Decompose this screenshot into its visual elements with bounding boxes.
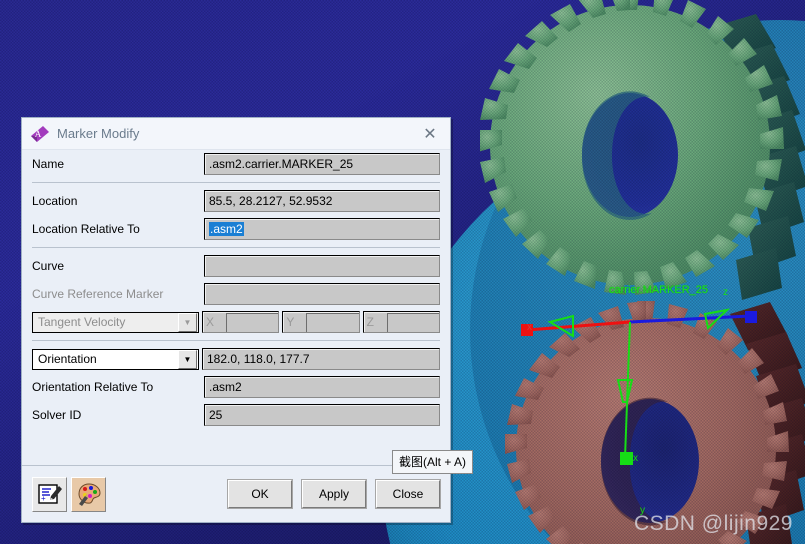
velocity-mode-value: Tangent Velocity [38, 315, 126, 329]
solver-id-label: Solver ID [32, 408, 82, 422]
upper-gear [480, 0, 805, 300]
divider-1 [32, 182, 440, 183]
velocity-x-group[interactable]: X [202, 311, 280, 333]
name-input[interactable]: .asm2.carrier.MARKER_25 [204, 153, 440, 175]
edit-notes-button[interactable]: + [32, 476, 67, 512]
axis-x-label: x [527, 322, 532, 333]
close-icon[interactable]: ✕ [412, 119, 448, 148]
chevron-down-icon: ▼ [178, 312, 197, 332]
velocity-row: Tangent Velocity ▼ X Y Z [22, 308, 450, 336]
location-label: Location [32, 194, 78, 208]
edit-notes-icon: + [37, 484, 62, 504]
velocity-z-input[interactable] [386, 312, 439, 332]
field-row-name: Name .asm2.carrier.MARKER_25 [22, 150, 450, 178]
velocity-y-label: Y [286, 315, 295, 329]
marker-modify-dialog[interactable]: A Marker Modify ✕ Name .asm2.carrier.MAR… [21, 117, 451, 523]
divider-2 [32, 247, 440, 248]
marker-name-label: carrier.MARKER_25 [609, 284, 709, 296]
velocity-x-label: X [206, 315, 215, 329]
dialog-footer: + OK Apply Close [22, 465, 450, 522]
curve-label: Curve [32, 259, 65, 273]
curve-reference-marker-input[interactable] [204, 283, 440, 305]
chevron-down-icon: ▼ [178, 349, 197, 369]
orientation-relative-to-label: Orientation Relative To [32, 380, 154, 394]
ok-button[interactable]: OK [228, 480, 292, 508]
svg-text:+: + [41, 494, 46, 503]
orientation-row: Orientation ▼ 182.0, 118.0, 177.7 [22, 345, 450, 373]
field-row-curve-reference-marker: Curve Reference Marker [22, 280, 450, 308]
velocity-x-input[interactable] [226, 312, 279, 332]
location-relative-to-input[interactable]: .asm2 [204, 218, 440, 240]
velocity-y-group[interactable]: Y [282, 311, 360, 333]
solver-id-input[interactable]: 25 [204, 404, 440, 426]
orientation-input[interactable]: 182.0, 118.0, 177.7 [202, 348, 440, 370]
dialog-titlebar[interactable]: A Marker Modify ✕ [22, 118, 450, 150]
field-row-solver-id: Solver ID 25 [22, 401, 450, 429]
orientation-relative-to-input[interactable]: .asm2 [204, 376, 440, 398]
field-row-orientation-relative-to: Orientation Relative To .asm2 [22, 373, 450, 401]
curve-reference-marker-label: Curve Reference Marker [32, 287, 164, 301]
orientation-mode-dropdown[interactable]: Orientation ▼ [32, 348, 199, 370]
orientation-mode-value: Orientation [38, 352, 97, 366]
appearance-button[interactable] [71, 476, 106, 512]
svg-text:A: A [35, 129, 42, 139]
location-input[interactable]: 85.5, 28.2127, 52.9532 [204, 190, 440, 212]
field-row-location: Location 85.5, 28.2127, 52.9532 [22, 187, 450, 215]
velocity-z-group[interactable]: Z [362, 311, 440, 333]
apply-button[interactable]: Apply [302, 480, 366, 508]
screenshot-tooltip: 截图(Alt + A) [392, 450, 474, 474]
marker-triad [521, 308, 757, 465]
adams-marker-icon: A [31, 125, 49, 142]
screen: carrier.MARKER_25 x z x y CSDN @lijin929… [0, 0, 805, 544]
close-button[interactable]: Close [376, 480, 440, 508]
appearance-palette-icon [77, 483, 101, 506]
velocity-mode-dropdown[interactable]: Tangent Velocity ▼ [32, 311, 199, 333]
axis-y-mid-label: x [633, 453, 638, 464]
location-relative-to-value: .asm2 [209, 222, 244, 236]
divider-3 [32, 340, 440, 341]
velocity-y-input[interactable] [306, 312, 359, 332]
curve-input[interactable] [204, 255, 440, 277]
field-row-location-relative-to: Location Relative To .asm2 [22, 215, 450, 243]
field-row-curve: Curve [22, 252, 450, 280]
watermark: CSDN @lijin929 [633, 512, 793, 535]
dialog-title: Marker Modify [57, 126, 140, 141]
dialog-form: Name .asm2.carrier.MARKER_25 Location 85… [22, 150, 450, 465]
location-relative-to-label: Location Relative To [32, 222, 140, 236]
name-label: Name [32, 157, 65, 171]
axis-z-label: z [723, 287, 728, 298]
velocity-z-label: Z [366, 315, 374, 329]
